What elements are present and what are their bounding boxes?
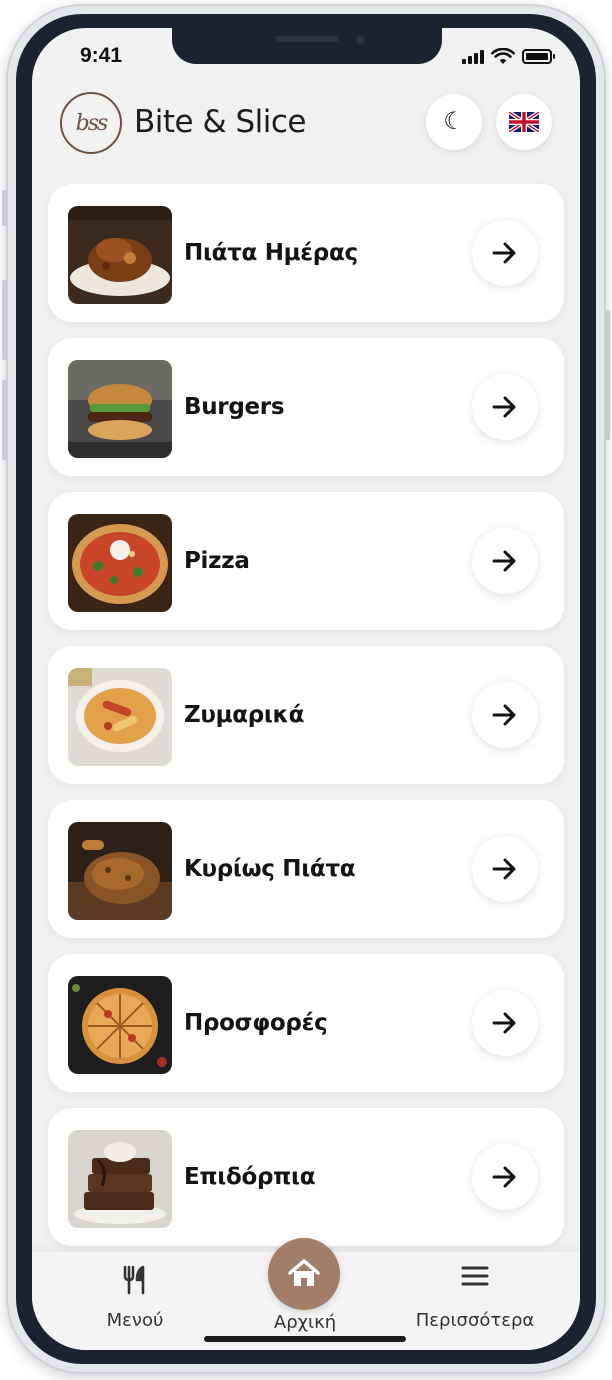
category-label: Προσφορές <box>184 1010 328 1036</box>
front-camera <box>356 35 365 44</box>
moon-icon: ☾ <box>443 108 465 135</box>
arrow-right-icon <box>492 704 516 726</box>
brand-name: Bite & Slice <box>134 104 307 140</box>
arrow-button[interactable] <box>472 990 538 1056</box>
home-icon <box>288 1259 320 1286</box>
language-button[interactable] <box>496 94 552 150</box>
nav-item-more[interactable]: Περισσότερα <box>400 1252 550 1350</box>
power-button <box>605 310 610 440</box>
pizza-photo <box>68 514 172 612</box>
category-label: Ζυμαρικά <box>184 702 305 728</box>
category-card-pasta[interactable]: Ζυμαρικά <box>48 646 564 784</box>
wifi-icon <box>491 48 515 64</box>
category-card-main-courses[interactable]: Κυρίως Πιάτα <box>48 800 564 938</box>
category-label: Επιδόρπια <box>184 1164 316 1190</box>
fork-knife-icon <box>123 1265 145 1295</box>
status-time: 9:41 <box>80 44 123 67</box>
signal-icon <box>462 49 484 64</box>
nav-label: Μενού <box>106 1310 164 1331</box>
speaker-grille <box>275 36 339 42</box>
daily-dish-photo <box>68 206 172 304</box>
category-card-desserts[interactable]: Επιδόρπια <box>48 1108 564 1246</box>
category-label: Pizza <box>184 548 250 574</box>
category-label: Burgers <box>184 394 285 420</box>
theme-toggle-button[interactable]: ☾ <box>426 94 482 150</box>
arrow-button[interactable] <box>472 220 538 286</box>
arrow-right-icon <box>492 1166 516 1188</box>
arrow-button[interactable] <box>472 374 538 440</box>
app-header: bss Bite & Slice ☾ <box>60 90 552 156</box>
arrow-button[interactable] <box>472 682 538 748</box>
arrow-right-icon <box>492 396 516 418</box>
volume-down-button <box>2 380 7 460</box>
home-indicator[interactable] <box>204 1336 406 1342</box>
brand-logo[interactable]: bss <box>60 92 122 154</box>
uk-flag-icon <box>509 112 539 132</box>
nav-label: Αρχική <box>273 1312 337 1333</box>
category-card-offers[interactable]: Προσφορές <box>48 954 564 1092</box>
main-course-photo <box>68 822 172 920</box>
battery-icon <box>522 49 555 64</box>
arrow-right-icon <box>492 242 516 264</box>
notch <box>172 28 442 64</box>
arrow-right-icon <box>492 550 516 572</box>
home-button[interactable] <box>268 1238 340 1310</box>
nav-item-menu[interactable]: Μενού <box>60 1252 210 1350</box>
category-card-burgers[interactable]: Burgers <box>48 338 564 476</box>
nav-label: Περισσότερα <box>415 1310 535 1331</box>
mute-switch <box>2 190 7 226</box>
app-screen: 9:41 bss Bite & Slice ☾ Πιάτα Ημέρας Bur… <box>32 28 580 1350</box>
arrow-right-icon <box>492 858 516 880</box>
burger-photo <box>68 360 172 458</box>
dessert-photo <box>68 1130 172 1228</box>
arrow-button[interactable] <box>472 836 538 902</box>
status-icons <box>462 48 555 65</box>
bottom-nav: Μενού Αρχική Περισσότερα <box>32 1238 580 1350</box>
hamburger-menu-icon <box>461 1266 489 1286</box>
pasta-photo <box>68 668 172 766</box>
category-label: Πιάτα Ημέρας <box>184 240 358 266</box>
offers-photo <box>68 976 172 1074</box>
arrow-button[interactable] <box>472 528 538 594</box>
arrow-right-icon <box>492 1012 516 1034</box>
category-card-pizza[interactable]: Pizza <box>48 492 564 630</box>
category-card-daily-dishes[interactable]: Πιάτα Ημέρας <box>48 184 564 322</box>
category-label: Κυρίως Πιάτα <box>184 856 356 882</box>
volume-up-button <box>2 280 7 360</box>
arrow-button[interactable] <box>472 1144 538 1210</box>
